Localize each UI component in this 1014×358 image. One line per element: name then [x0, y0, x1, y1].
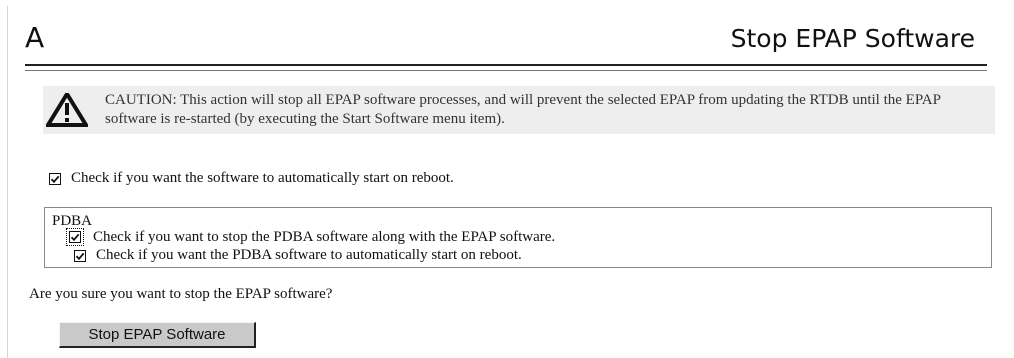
- header-divider-thick: [25, 64, 987, 66]
- epap-autostart-checkbox[interactable]: [49, 172, 61, 185]
- epap-autostart-option: Check if you want the software to automa…: [49, 170, 454, 187]
- pdba-autostart-option: Check if you want the PDBA software to a…: [74, 247, 522, 264]
- header-divider-thin: [25, 70, 987, 71]
- checkmark-icon: [50, 175, 60, 183]
- warning-icon: [46, 93, 88, 127]
- pdba-section: PDBA Check if you want to stop the PDBA …: [44, 207, 992, 268]
- confirm-question: Are you sure you want to stop the EPAP s…: [29, 286, 333, 302]
- page-letter: A: [25, 21, 45, 54]
- page-title: Stop EPAP Software: [730, 24, 975, 53]
- left-border-line: [7, 6, 8, 358]
- stop-epap-software-button[interactable]: Stop EPAP Software: [59, 322, 256, 348]
- checkmark-icon: [75, 252, 85, 260]
- checkmark-icon: [70, 233, 80, 242]
- page-header: A Stop EPAP Software: [25, 17, 987, 71]
- stop-pdba-option: Check if you want to stop the PDBA softw…: [66, 228, 556, 246]
- stop-pdba-label: Check if you want to stop the PDBA softw…: [93, 228, 556, 245]
- caution-banner: CAUTION: This action will stop all EPAP …: [43, 86, 995, 134]
- stop-pdba-focus-outline: [66, 228, 84, 246]
- epap-autostart-label: Check if you want the software to automa…: [71, 170, 454, 186]
- pdba-autostart-label: Check if you want the PDBA software to a…: [96, 247, 522, 263]
- pdba-autostart-checkbox[interactable]: [74, 249, 86, 262]
- stop-pdba-checkbox[interactable]: [69, 231, 81, 243]
- caution-message: CAUTION: This action will stop all EPAP …: [105, 92, 941, 127]
